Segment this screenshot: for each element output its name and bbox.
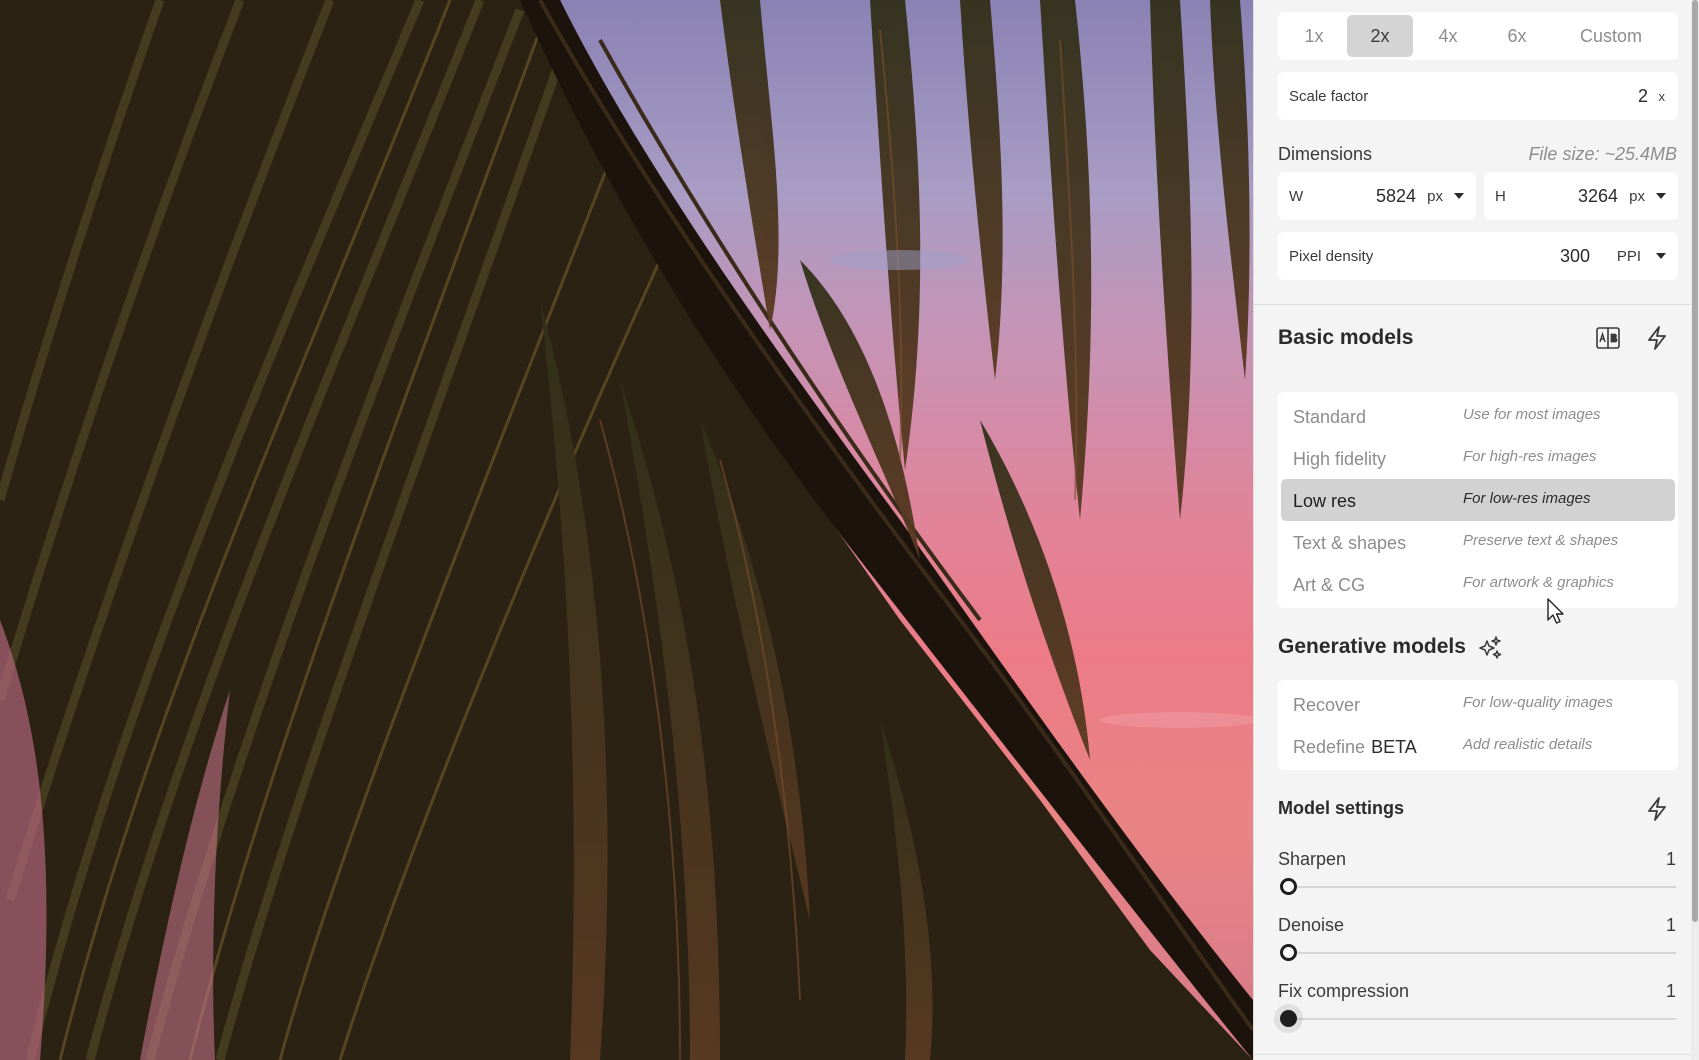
fix-compression-slider-handle[interactable]: [1280, 1010, 1297, 1027]
denoise-label: Denoise: [1278, 915, 1345, 935]
compare-icon[interactable]: [1593, 323, 1623, 353]
model-description: For low-res images: [1463, 490, 1591, 507]
fix-compression-value: 1: [1665, 981, 1676, 1001]
dimensions-label: Dimensions: [1278, 144, 1373, 164]
width-unit-dropdown-icon[interactable]: [1454, 193, 1464, 199]
model-description: Add realistic details: [1463, 736, 1593, 753]
lightning-icon[interactable]: [1642, 794, 1672, 824]
width-label: W: [1289, 187, 1304, 205]
model-settings-title: Model settings: [1278, 798, 1405, 818]
height-value[interactable]: 3264: [1578, 186, 1618, 207]
basic-models-title: Basic models: [1278, 326, 1414, 349]
sparkles-icon: [1476, 634, 1504, 662]
model-description: Use for most images: [1463, 406, 1601, 423]
scale-selector: 1x 2x 4x 6x Custom: [1278, 12, 1678, 60]
height-unit: px: [1629, 187, 1645, 205]
pixel-density-unit: PPI: [1616, 247, 1641, 265]
pixel-density-label: Pixel density: [1289, 247, 1374, 265]
generative-models-title: Generative models: [1278, 635, 1466, 658]
denoise-slider-track[interactable]: [1288, 952, 1676, 954]
height-field[interactable]: H 3264 px: [1484, 172, 1678, 220]
scrollbar-thumb[interactable]: [1692, 0, 1698, 922]
model-recover[interactable]: Recover For low-quality images: [1281, 683, 1675, 725]
sharpen-slider-handle[interactable]: [1280, 878, 1297, 895]
model-name: High fidelity: [1293, 449, 1387, 469]
model-name: Redefine: [1293, 737, 1366, 757]
lightning-icon[interactable]: [1642, 323, 1672, 353]
pixel-density-field[interactable]: Pixel density 300 PPI: [1278, 232, 1678, 280]
model-name: Text & shapes: [1293, 533, 1407, 553]
settings-panel: 1x 2x 4x 6x Custom Scale factor 2 x Dime…: [1253, 0, 1699, 1060]
model-description: For high-res images: [1463, 448, 1597, 465]
model-name: Recover: [1293, 695, 1361, 715]
scale-option-2x[interactable]: 2x: [1347, 15, 1413, 57]
denoise-slider-handle[interactable]: [1280, 944, 1297, 961]
scale-factor-field[interactable]: Scale factor 2 x: [1278, 72, 1678, 120]
mouse-cursor-icon: [1546, 598, 1566, 631]
sharpen-label: Sharpen: [1278, 849, 1347, 869]
generative-models-list: Recover For low-quality images Redefine B…: [1278, 680, 1678, 770]
pixel-density-value[interactable]: 300: [1560, 246, 1590, 267]
section-divider: [1254, 304, 1699, 305]
model-art-cg[interactable]: Art & CG For artwork & graphics: [1281, 563, 1675, 605]
scrollbar[interactable]: [1691, 0, 1699, 1060]
model-low-res[interactable]: Low res For low-res images: [1281, 479, 1675, 521]
sharpen-value: 1: [1665, 849, 1676, 869]
model-description: For artwork & graphics: [1463, 574, 1614, 591]
scale-option-6x[interactable]: 6x: [1483, 15, 1551, 57]
fix-compression-slider-track[interactable]: [1288, 1018, 1676, 1020]
model-redefine[interactable]: Redefine BETA Add realistic details: [1281, 725, 1675, 767]
model-description: Preserve text & shapes: [1463, 532, 1619, 549]
model-name: Standard: [1293, 407, 1367, 427]
model-name: Low res: [1293, 491, 1357, 511]
scale-option-4x[interactable]: 4x: [1413, 15, 1483, 57]
beta-badge: BETA: [1371, 737, 1417, 757]
denoise-value: 1: [1665, 915, 1676, 935]
scale-option-1x[interactable]: 1x: [1281, 15, 1347, 57]
basic-models-list: Standard Use for most images High fideli…: [1278, 392, 1678, 608]
scale-factor-value[interactable]: 2: [1638, 86, 1648, 107]
fix-compression-label: Fix compression: [1278, 981, 1410, 1001]
width-field[interactable]: W 5824 px: [1278, 172, 1476, 220]
model-name: Art & CG: [1293, 575, 1366, 595]
section-divider: [1254, 1054, 1699, 1055]
model-text-shapes[interactable]: Text & shapes Preserve text & shapes: [1281, 521, 1675, 563]
scale-factor-unit: x: [1658, 88, 1666, 104]
model-high-fidelity[interactable]: High fidelity For high-res images: [1281, 437, 1675, 479]
scale-option-custom[interactable]: Custom: [1551, 15, 1671, 57]
height-label: H: [1495, 187, 1506, 205]
sharpen-slider-track[interactable]: [1288, 886, 1676, 888]
scale-factor-label: Scale factor: [1289, 87, 1369, 105]
file-size-label: File size: ~25.4MB: [1528, 144, 1677, 164]
model-description: For low-quality images: [1463, 694, 1614, 711]
width-unit: px: [1427, 187, 1443, 205]
pixel-density-dropdown-icon[interactable]: [1656, 253, 1666, 259]
palm-leaves-artwork: [0, 0, 1253, 1060]
height-unit-dropdown-icon[interactable]: [1656, 193, 1666, 199]
model-name-wrap: Redefine BETA: [1293, 737, 1417, 758]
model-standard[interactable]: Standard Use for most images: [1281, 395, 1675, 437]
width-value[interactable]: 5824: [1376, 186, 1416, 207]
image-preview[interactable]: [0, 0, 1253, 1060]
